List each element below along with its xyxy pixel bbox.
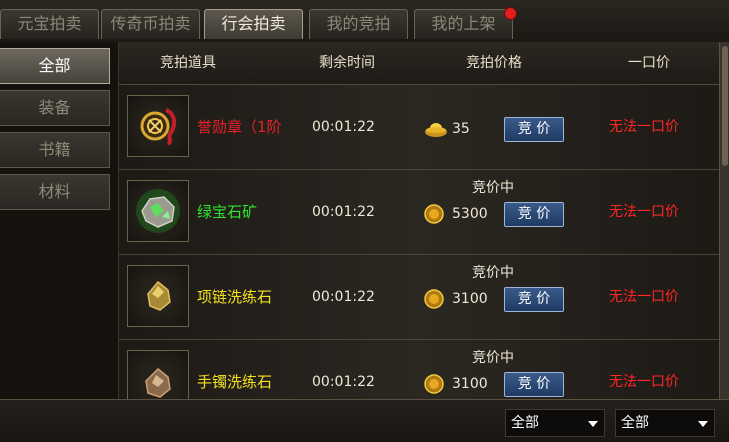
category-books[interactable]: 书籍 xyxy=(0,132,110,168)
remaining-time: 00:01:22 xyxy=(312,204,375,220)
column-buyout: 一口价 xyxy=(628,55,670,71)
bid-status: 竞价中 xyxy=(472,265,514,281)
bid-price: 35 xyxy=(452,121,470,137)
gold-coin-icon xyxy=(424,289,444,309)
tab-legend-coin-auction[interactable]: 传奇币拍卖 xyxy=(101,9,200,39)
category-materials[interactable]: 材料 xyxy=(0,174,110,210)
item-name: 誉勋章（1阶 xyxy=(197,118,282,136)
category-sidebar: 全部 装备 书籍 材料 xyxy=(0,42,119,399)
buyout-price: 无法一口价 xyxy=(609,119,679,135)
tab-my-listings-label: 我的上架 xyxy=(431,14,496,33)
medal-icon xyxy=(140,108,177,146)
column-price: 竞拍价格 xyxy=(466,55,522,71)
category-all[interactable]: 全部 xyxy=(0,48,110,84)
dropdown-arrow-icon xyxy=(588,421,598,427)
buyout-price: 无法一口价 xyxy=(609,204,679,220)
tab-yuanbao-auction[interactable]: 元宝拍卖 xyxy=(0,9,99,39)
item-name: 手镯洗练石 xyxy=(197,373,273,391)
column-time: 剩余时间 xyxy=(319,55,375,71)
remaining-time: 00:01:22 xyxy=(312,374,375,390)
bid-button[interactable]: 竞 价 xyxy=(504,117,564,142)
tab-my-listings[interactable]: 我的上架 xyxy=(414,7,517,39)
gold-ingot-icon xyxy=(425,123,447,137)
tab-guild-auction[interactable]: 行会拍卖 xyxy=(204,9,303,39)
refine-stone-icon xyxy=(147,280,171,311)
item-name: 项链洗练石 xyxy=(197,288,273,306)
gold-coin-icon xyxy=(424,374,444,394)
auction-row: 誉勋章（1阶 00:01:22 35 竞 价 无法一口价 xyxy=(119,85,719,170)
auction-row: 项链洗练石 00:01:22 竞价中 3100 竞 价 无法一口价 xyxy=(119,255,719,340)
auction-row: 手镯洗练石 00:01:22 竞价中 3100 竞 价 无法一口价 xyxy=(119,340,719,399)
filter-bar: 全部 全部 xyxy=(0,399,729,442)
item-slot[interactable] xyxy=(127,350,189,399)
dropdown-arrow-icon xyxy=(698,421,708,427)
bid-button[interactable]: 竞 价 xyxy=(504,202,564,227)
bid-status: 竞价中 xyxy=(472,180,514,196)
bid-price: 3100 xyxy=(452,376,488,392)
auction-row: 绿宝石矿 00:01:22 竞价中 5300 竞 价 无法一口价 xyxy=(119,170,719,255)
filter-dropdown-1[interactable]: 全部 xyxy=(505,409,605,437)
bid-price: 3100 xyxy=(452,291,488,307)
column-item: 竞拍道具 xyxy=(160,55,216,71)
buyout-price: 无法一口价 xyxy=(609,289,679,305)
bid-button[interactable]: 竞 价 xyxy=(504,287,564,312)
auction-tab-bar: 元宝拍卖 传奇币拍卖 行会拍卖 我的竞拍 我的上架 xyxy=(0,0,729,43)
item-name: 绿宝石矿 xyxy=(197,203,258,221)
filter-dropdown-2[interactable]: 全部 xyxy=(615,409,715,437)
item-slot[interactable] xyxy=(127,265,189,327)
tab-my-bids[interactable]: 我的竞拍 xyxy=(309,9,408,39)
buyout-price: 无法一口价 xyxy=(609,374,679,390)
refine-stone-icon xyxy=(145,367,171,398)
scrollbar-thumb[interactable] xyxy=(722,46,728,166)
remaining-time: 00:01:22 xyxy=(312,119,375,135)
gold-coin-icon xyxy=(424,204,444,224)
remaining-time: 00:01:22 xyxy=(312,289,375,305)
item-slot[interactable] xyxy=(127,95,189,157)
bid-price: 5300 xyxy=(452,206,488,222)
notification-dot-icon xyxy=(504,7,517,20)
filter-dropdown-2-value: 全部 xyxy=(621,415,649,431)
bid-status: 竞价中 xyxy=(472,350,514,366)
auction-rows[interactable]: 誉勋章（1阶 00:01:22 35 竞 价 无法一口价 绿宝石矿 00:01:… xyxy=(119,85,719,399)
filter-dropdown-1-value: 全部 xyxy=(511,415,539,431)
category-equipment[interactable]: 装备 xyxy=(0,90,110,126)
list-scrollbar[interactable] xyxy=(719,42,729,399)
auction-list-panel: 竞拍道具 剩余时间 竞拍价格 一口价 誉勋章（1阶 00:01:22 35 竞 … xyxy=(119,42,719,399)
bid-button[interactable]: 竞 价 xyxy=(504,372,564,397)
green-gem-ore-icon xyxy=(136,189,180,233)
list-header: 竞拍道具 剩余时间 竞拍价格 一口价 xyxy=(119,42,719,85)
item-slot[interactable] xyxy=(127,180,189,242)
